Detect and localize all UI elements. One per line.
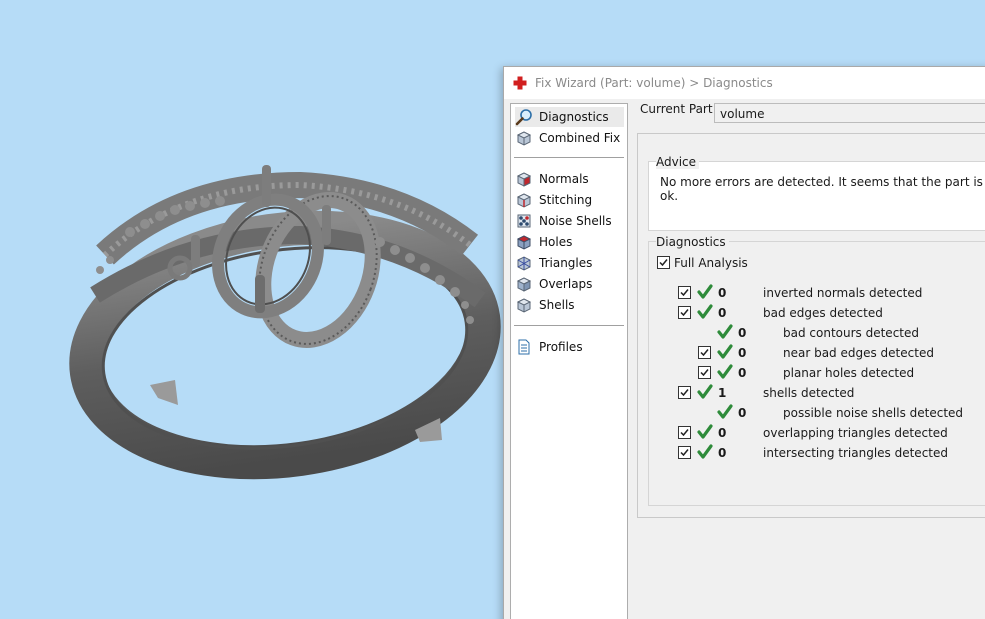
checkmark-icon xyxy=(680,309,689,317)
nav-label: Holes xyxy=(539,235,573,249)
row-checkbox-overlapping-triangles[interactable] xyxy=(678,426,691,439)
nav-item-profiles[interactable]: Profiles xyxy=(515,337,583,357)
row-count: 0 xyxy=(718,446,727,460)
nav-item-shells[interactable]: Shells xyxy=(515,295,575,315)
advice-title: Advice xyxy=(656,155,700,169)
row-label: near bad edges detected xyxy=(783,346,934,360)
nav-item-stitching[interactable]: Stitching xyxy=(515,190,592,210)
nav-item-noise-shells[interactable]: Noise Shells xyxy=(515,211,612,231)
row-label: inverted normals detected xyxy=(763,286,923,300)
green-check-icon xyxy=(697,284,713,299)
row-label: overlapping triangles detected xyxy=(763,426,948,440)
checkmark-icon xyxy=(680,289,689,297)
green-check-icon xyxy=(717,344,733,359)
nav-separator xyxy=(514,157,624,158)
checkmark-icon xyxy=(700,369,709,377)
nav-item-normals[interactable]: Normals xyxy=(515,169,589,189)
green-check-icon xyxy=(697,444,713,459)
current-part-label: Current Part: xyxy=(640,102,717,116)
green-check-icon xyxy=(717,324,733,339)
noise-shells-icon xyxy=(517,214,531,228)
nav-label: Noise Shells xyxy=(539,214,612,228)
row-count: 0 xyxy=(738,366,747,380)
row-label: shells detected xyxy=(763,386,855,400)
document-icon xyxy=(518,339,530,355)
nav-label: Normals xyxy=(539,172,589,186)
current-part-field[interactable]: volume xyxy=(714,103,985,123)
triangles-cube-icon xyxy=(517,256,531,271)
green-check-icon xyxy=(697,304,713,319)
diagnostics-title: Diagnostics xyxy=(656,235,729,249)
nav-label: Shells xyxy=(539,298,575,312)
current-part-value: volume xyxy=(720,107,765,121)
row-label: bad contours detected xyxy=(783,326,919,340)
shells-cube-icon xyxy=(516,298,532,313)
green-check-icon xyxy=(697,424,713,439)
nav-item-overlaps[interactable]: Overlaps xyxy=(515,274,592,294)
full-analysis-label: Full Analysis xyxy=(674,256,748,270)
checkmark-icon xyxy=(680,389,689,397)
green-check-icon xyxy=(717,404,733,419)
row-label: possible noise shells detected xyxy=(783,406,964,420)
row-count: 0 xyxy=(738,346,747,360)
row-checkbox-near-bad-edges[interactable] xyxy=(698,346,711,359)
nav-item-triangles[interactable]: Triangles xyxy=(515,253,592,273)
stitching-cube-icon xyxy=(516,193,532,208)
row-checkbox-intersecting-triangles[interactable] xyxy=(678,446,691,459)
green-check-icon xyxy=(717,364,733,379)
nav-label: Combined Fix xyxy=(539,131,621,145)
overlaps-cube-icon xyxy=(516,277,532,292)
row-count: 1 xyxy=(718,386,727,400)
nav-label: Overlaps xyxy=(539,277,593,291)
nav-item-diagnostics[interactable]: Diagnostics xyxy=(515,107,624,127)
checkmark-icon xyxy=(700,349,709,357)
checkmark-icon xyxy=(680,449,689,457)
nav-label: Triangles xyxy=(539,256,593,270)
row-label: intersecting triangles detected xyxy=(763,446,948,460)
row-count: 0 xyxy=(718,426,727,440)
normals-cube-icon xyxy=(516,172,532,187)
nav-separator xyxy=(514,325,624,326)
row-checkbox-shells[interactable] xyxy=(678,386,691,399)
row-count: 0 xyxy=(738,326,747,340)
magnifier-icon xyxy=(515,109,532,126)
nav-label: Stitching xyxy=(539,193,593,207)
app-cross-icon xyxy=(513,76,527,90)
advice-text: No more errors are detected. It seems th… xyxy=(660,175,983,203)
title-bar[interactable]: Fix Wizard (Part: volume) > Diagnostics xyxy=(504,67,985,99)
nav-label: Diagnostics xyxy=(539,110,609,124)
row-checkbox-bad-edges[interactable] xyxy=(678,306,691,319)
row-count: 0 xyxy=(718,306,727,320)
row-label: planar holes detected xyxy=(783,366,915,380)
cube-icon xyxy=(516,131,532,146)
green-check-icon xyxy=(697,384,713,399)
checkmark-icon xyxy=(680,429,689,437)
nav-label: Profiles xyxy=(539,340,583,354)
holes-cube-icon xyxy=(516,235,532,250)
row-count: 0 xyxy=(718,286,727,300)
row-checkbox-inverted-normals[interactable] xyxy=(678,286,691,299)
nav-item-holes[interactable]: Holes xyxy=(515,232,572,252)
wizard-nav: Diagnostics Combined Fix Normals Stitchi… xyxy=(510,103,628,619)
nav-item-combined-fix[interactable]: Combined Fix xyxy=(515,128,620,148)
row-label: bad edges detected xyxy=(763,306,883,320)
fix-wizard-dialog: Fix Wizard (Part: volume) > Diagnostics … xyxy=(503,66,985,619)
row-checkbox-planar-holes[interactable] xyxy=(698,366,711,379)
checkmark-icon xyxy=(659,259,668,267)
row-count: 0 xyxy=(738,406,747,420)
window-title: Fix Wizard (Part: volume) > Diagnostics xyxy=(535,76,773,90)
full-analysis-checkbox[interactable] xyxy=(657,256,670,269)
